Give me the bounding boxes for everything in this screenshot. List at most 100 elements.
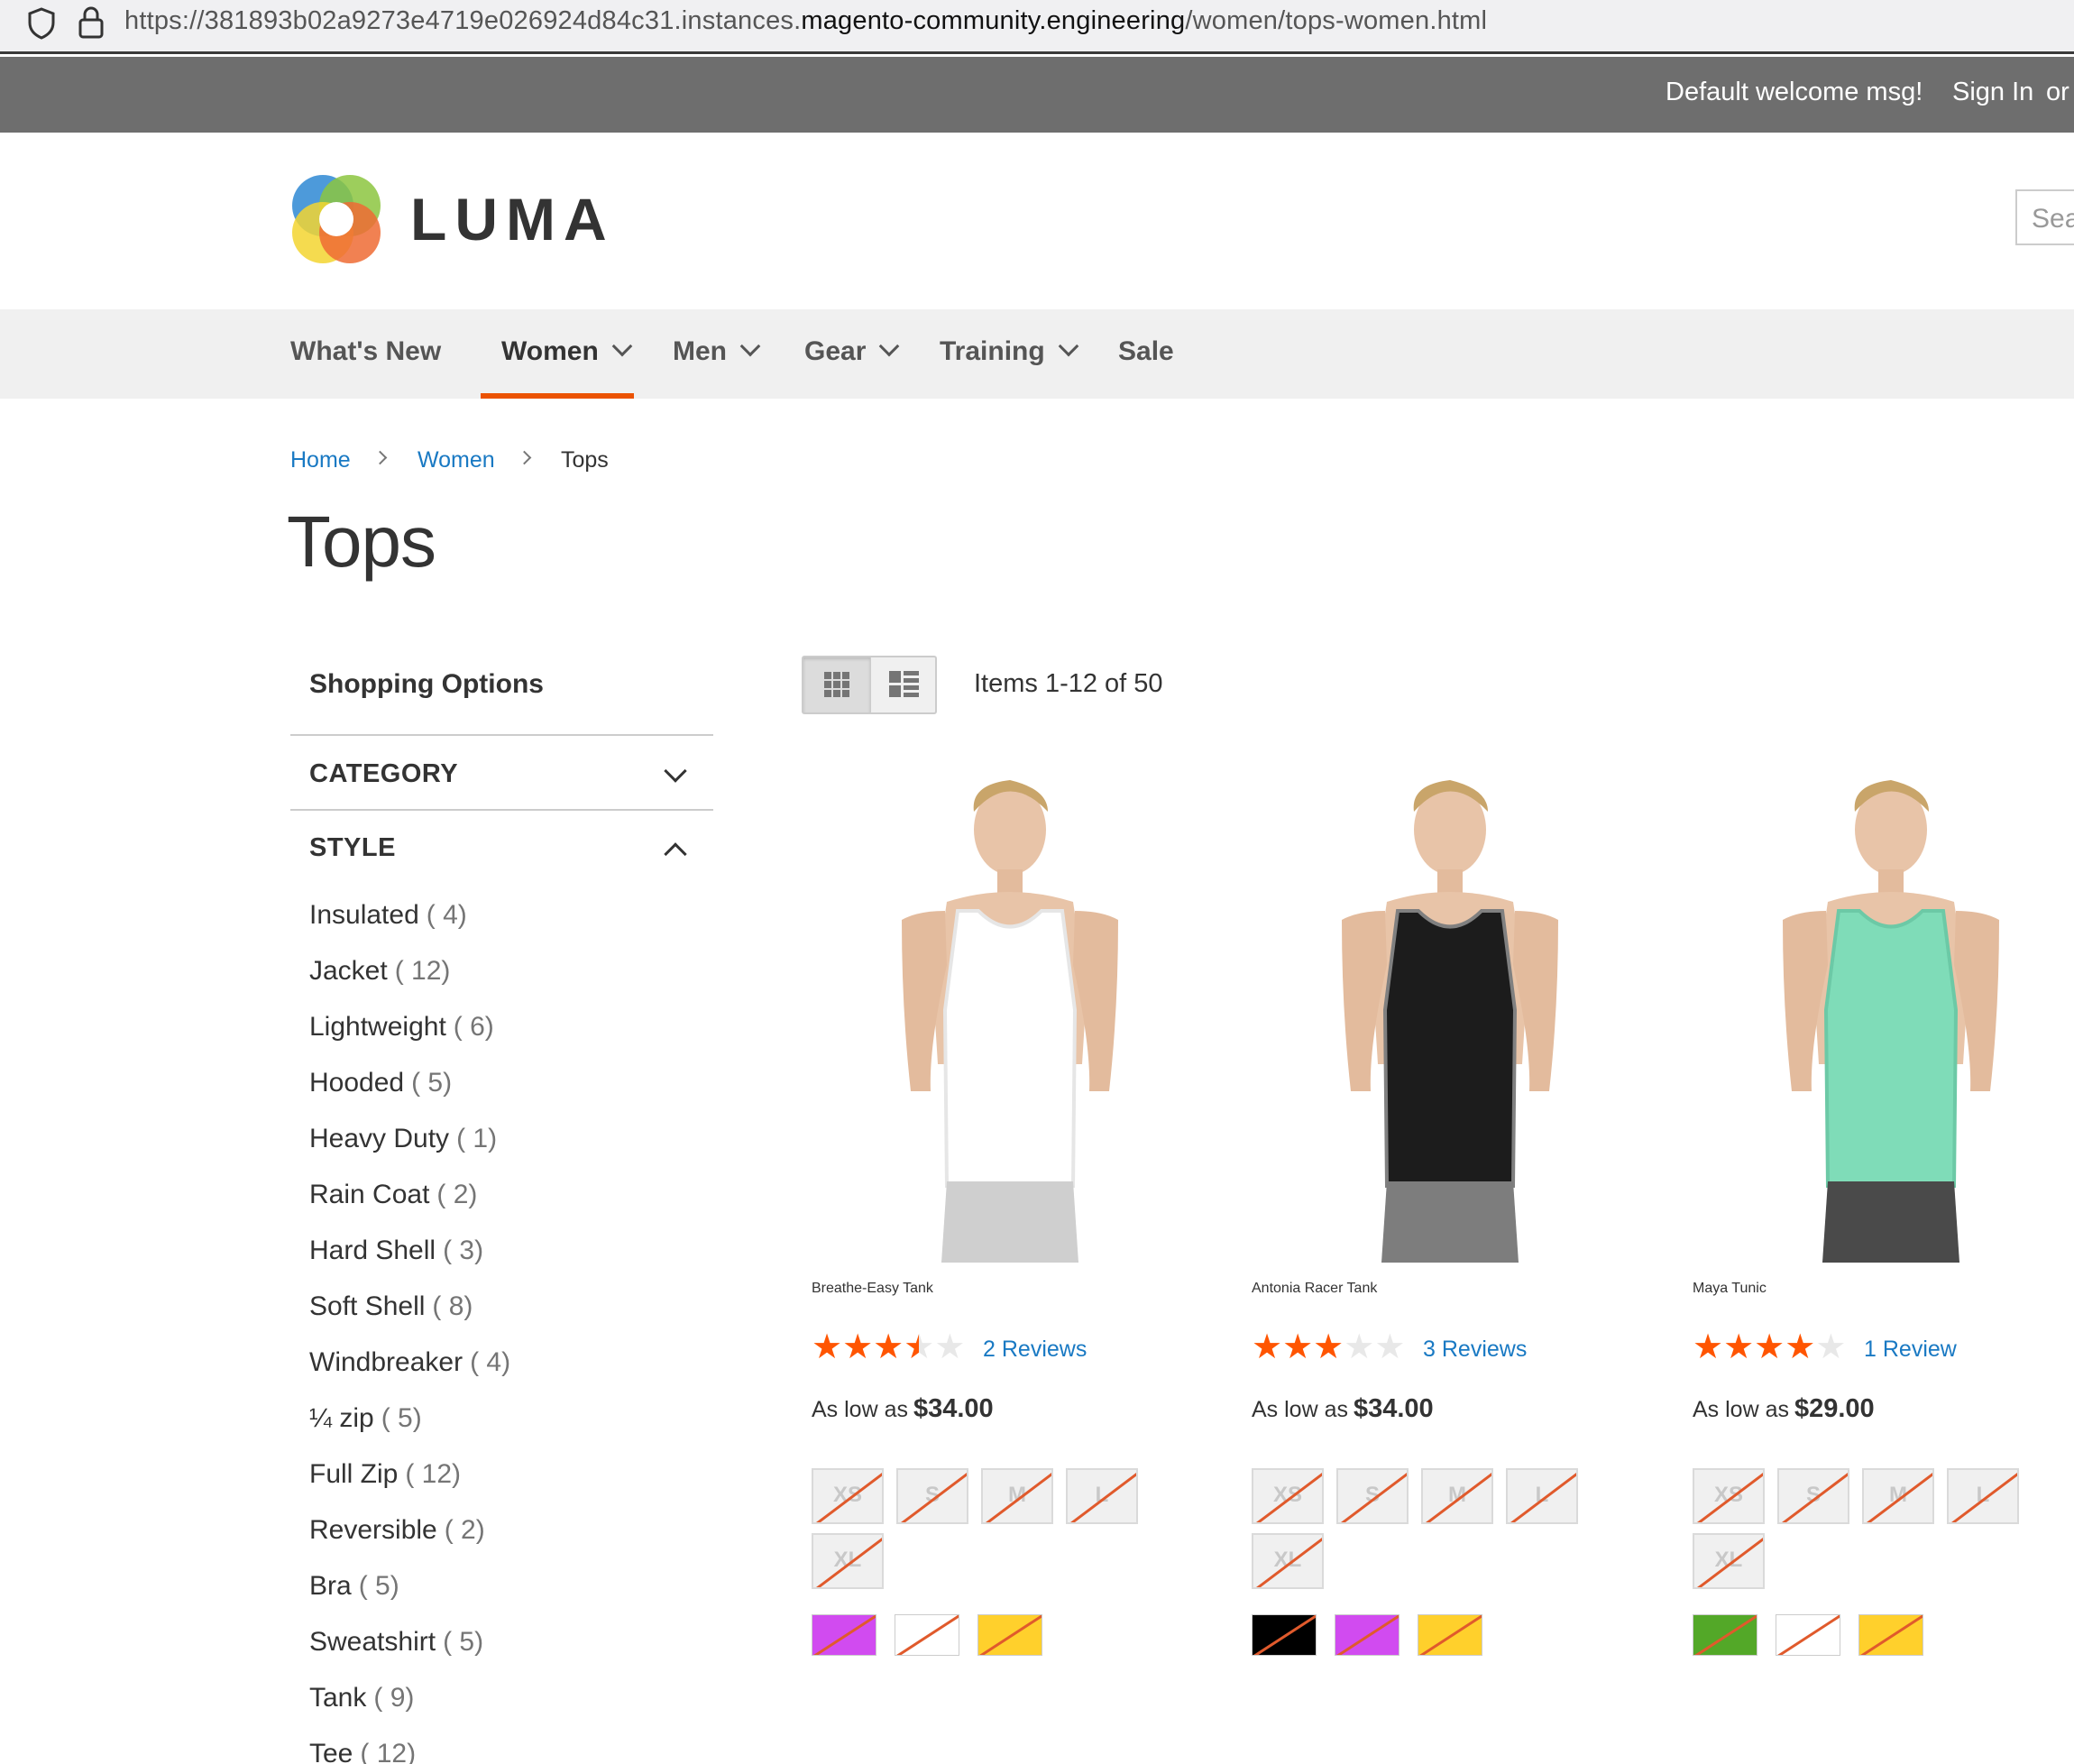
product-image[interactable] [1693, 776, 2074, 1263]
style-filter-option[interactable]: Lightweight( 6) [309, 1012, 510, 1068]
product-price: As low as $34.00 [812, 1394, 994, 1424]
product-price: As low as $34.00 [1252, 1394, 1434, 1424]
reviews-link[interactable]: 1 Review [1864, 1337, 1957, 1363]
reviews-count: 1 [1864, 1337, 1877, 1362]
grid-view-button[interactable] [803, 657, 870, 712]
style-filter-option[interactable]: Full Zip( 12) [309, 1459, 510, 1515]
star-icon: ★ [873, 1328, 904, 1366]
breadcrumb-home[interactable]: Home [290, 447, 351, 473]
chevron-down-icon [739, 335, 761, 357]
color-swatch[interactable] [1335, 1614, 1399, 1656]
size-swatch[interactable]: XL [812, 1533, 884, 1589]
size-label: M [1889, 1483, 1907, 1507]
filter-option-count: ( 2) [444, 1515, 485, 1545]
product-name-link[interactable]: Antonia Racer Tank [1252, 1281, 1377, 1297]
list-icon [889, 671, 919, 697]
nav-label: Sale [1118, 336, 1174, 366]
size-swatch[interactable]: S [1336, 1468, 1409, 1524]
size-label: L [1976, 1483, 1990, 1507]
chevron-up-icon[interactable] [664, 842, 687, 866]
product-name-link[interactable]: Breathe-Easy Tank [812, 1281, 933, 1297]
style-filter-option[interactable]: Reversible( 2) [309, 1515, 510, 1571]
product-image[interactable] [812, 776, 1208, 1263]
nav-item-sale[interactable]: Sale [1118, 336, 1174, 367]
logo-text[interactable]: LUMA [410, 185, 615, 253]
price-value: $29.00 [1794, 1394, 1875, 1423]
filter-option-count: ( 6) [453, 1012, 494, 1042]
style-filter-option[interactable]: Soft Shell( 8) [309, 1291, 510, 1347]
size-swatch[interactable]: XL [1252, 1533, 1324, 1589]
product-image[interactable] [1252, 776, 1648, 1263]
filter-option-count: ( 2) [436, 1180, 478, 1209]
size-swatch[interactable]: L [1506, 1468, 1578, 1524]
style-filter-option[interactable]: Hard Shell( 3) [309, 1236, 510, 1291]
style-filter-option[interactable]: Tee ( 12) [309, 1739, 510, 1764]
star-icon: ★ [1815, 1328, 1847, 1366]
filter-style-title[interactable]: STYLE [309, 833, 396, 863]
nav-item-women[interactable]: Women [501, 335, 633, 367]
nav-item-gear[interactable]: Gear [804, 335, 900, 367]
style-filter-option[interactable]: Windbreaker( 4) [309, 1347, 510, 1403]
size-swatch[interactable]: S [1777, 1468, 1849, 1524]
url-text[interactable]: https://381893b02a9273e4719e026924d84c31… [124, 6, 1487, 36]
style-filter-option[interactable]: Jacket( 12) [309, 956, 510, 1012]
search-input[interactable]: Search entire store here... [2015, 189, 2074, 245]
size-swatch[interactable]: L [1947, 1468, 2019, 1524]
style-filter-option[interactable]: Bra( 5) [309, 1571, 510, 1627]
nav-item-men[interactable]: Men [673, 335, 761, 367]
color-swatch[interactable] [1693, 1614, 1757, 1656]
breadcrumb-women[interactable]: Women [418, 447, 495, 473]
browser-address-bar: https://381893b02a9273e4719e026924d84c31… [0, 0, 2074, 54]
size-label: M [1448, 1483, 1466, 1507]
filter-category-title[interactable]: CATEGORY [309, 759, 458, 789]
size-swatch[interactable]: S [896, 1468, 968, 1524]
reviews-link[interactable]: 2 Reviews [983, 1337, 1087, 1363]
color-swatch[interactable] [1858, 1614, 1923, 1656]
nav-item-training[interactable]: Training [940, 335, 1079, 367]
color-swatch[interactable] [1418, 1614, 1482, 1656]
color-swatch[interactable] [1776, 1614, 1840, 1656]
color-swatch[interactable] [1252, 1614, 1317, 1656]
star-icon: ★ [1723, 1328, 1755, 1366]
size-label: L [1535, 1483, 1549, 1507]
price-value: $34.00 [1353, 1394, 1434, 1423]
shield-icon[interactable] [27, 7, 56, 40]
size-label: XS [1713, 1483, 1743, 1507]
price-label: As low as [1252, 1397, 1348, 1422]
style-filter-option[interactable]: Rain Coat( 2) [309, 1180, 510, 1236]
color-swatch[interactable] [977, 1614, 1042, 1656]
product-name-link[interactable]: Maya Tunic [1693, 1281, 1767, 1297]
size-swatch[interactable]: L [1066, 1468, 1138, 1524]
size-swatch[interactable]: XS [812, 1468, 884, 1524]
filter-option-count: ( 12) [405, 1459, 462, 1489]
size-swatch[interactable]: XL [1693, 1533, 1765, 1589]
luma-logo-icon[interactable] [290, 173, 382, 265]
size-swatch[interactable]: M [1862, 1468, 1934, 1524]
reviews-word: Reviews [1001, 1337, 1087, 1362]
sign-in-link[interactable]: Sign In [1952, 78, 2033, 107]
style-filter-option[interactable]: Sweatshirt( 5) [309, 1627, 510, 1683]
style-filter-option[interactable]: ¼ zip( 5) [309, 1403, 510, 1459]
color-swatch[interactable] [895, 1614, 959, 1656]
filter-option-count: ( 5) [411, 1068, 453, 1098]
size-swatch[interactable]: XS [1693, 1468, 1765, 1524]
style-filter-option[interactable]: Heavy Duty( 1) [309, 1124, 510, 1180]
color-swatch[interactable] [812, 1614, 876, 1656]
star-icon: ★ [812, 1328, 843, 1366]
lock-icon[interactable] [78, 5, 105, 40]
filter-option-label: ¼ zip [309, 1403, 374, 1433]
divider [290, 734, 713, 736]
size-swatch[interactable]: XS [1252, 1468, 1324, 1524]
nav-label: Gear [804, 336, 867, 366]
size-swatch[interactable]: M [1421, 1468, 1493, 1524]
reviews-link[interactable]: 3 Reviews [1423, 1337, 1527, 1363]
filter-option-label: Bra [309, 1571, 352, 1601]
style-filter-option[interactable]: Insulated( 4) [309, 900, 510, 956]
style-filter-option[interactable]: Hooded( 5) [309, 1068, 510, 1124]
size-swatch[interactable]: M [981, 1468, 1053, 1524]
nav-item-whats-new[interactable]: What's New [290, 336, 441, 367]
style-filter-option[interactable]: Tank( 9) [309, 1683, 510, 1739]
star-icon: ★ [1374, 1328, 1406, 1366]
list-view-button[interactable] [870, 657, 935, 712]
chevron-down-icon[interactable] [664, 759, 687, 783]
